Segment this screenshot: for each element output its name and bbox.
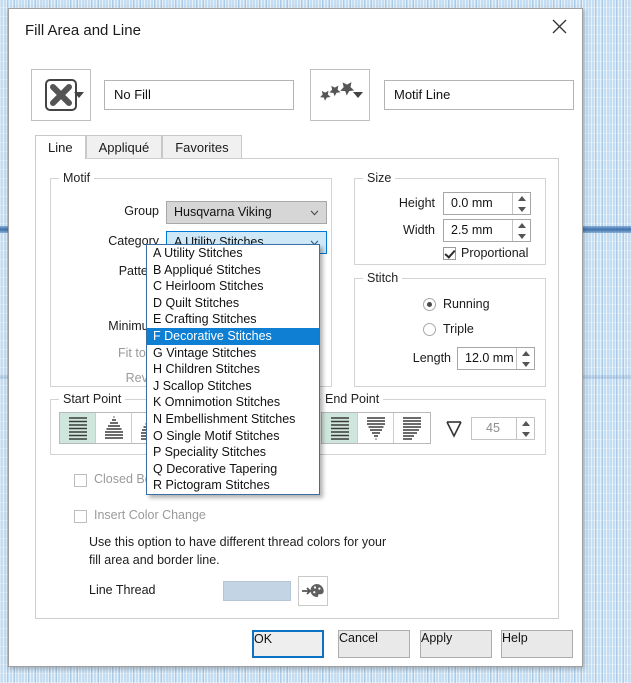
start-point-legend: Start Point xyxy=(59,392,126,406)
dropdown-item[interactable]: P Speciality Stitches xyxy=(147,444,319,461)
fill-area-and-line-dialog: Fill Area and Line No Fill Motif Line Li… xyxy=(8,8,583,667)
end-wedge-icon[interactable] xyxy=(394,413,430,443)
dropdown-item[interactable]: R Pictogram Stitches xyxy=(147,477,319,494)
chevron-down-icon[interactable] xyxy=(74,92,84,98)
triple-label: Triple xyxy=(443,322,474,336)
apply-button[interactable]: Apply xyxy=(420,630,492,658)
length-spin-buttons[interactable] xyxy=(516,348,534,369)
dropdown-item[interactable]: N Embellishment Stitches xyxy=(147,411,319,428)
proportional-label: Proportional xyxy=(461,246,529,260)
end-point-options xyxy=(321,412,431,444)
chevron-down-icon xyxy=(310,210,319,216)
width-spin-buttons[interactable] xyxy=(512,220,530,241)
angle-increment[interactable] xyxy=(517,418,534,428)
angle-decrement[interactable] xyxy=(517,429,534,439)
length-value: 12.0 mm xyxy=(465,351,514,365)
dropdown-item[interactable]: F Decorative Stitches xyxy=(147,327,319,345)
dropdown-item[interactable]: J Scallop Stitches xyxy=(147,378,319,395)
dropdown-item[interactable]: G Vintage Stitches xyxy=(147,345,319,362)
fill-line-selector-row: No Fill Motif Line xyxy=(9,69,582,121)
group-combo-value: Husqvarna Viking xyxy=(174,205,272,219)
title-bar: Fill Area and Line xyxy=(9,9,582,53)
size-group: Size Height 0.0 mm Width 2.5 mm Proporti… xyxy=(354,171,546,265)
angle-icon xyxy=(446,421,462,438)
fill-type-field[interactable]: No Fill xyxy=(104,80,294,110)
width-increment[interactable] xyxy=(513,220,530,230)
height-value: 0.0 mm xyxy=(451,196,493,210)
running-label: Running xyxy=(443,297,490,311)
length-label: Length xyxy=(412,351,451,365)
angle-spin-buttons[interactable] xyxy=(516,418,534,439)
end-taper-down-icon[interactable] xyxy=(358,413,394,443)
height-label: Height xyxy=(398,196,435,210)
start-flat-icon[interactable] xyxy=(60,413,96,443)
height-decrement[interactable] xyxy=(513,204,530,214)
angle-stepper[interactable]: 45 xyxy=(471,417,535,440)
tab-applique[interactable]: Appliqué xyxy=(85,135,163,159)
height-spin-buttons[interactable] xyxy=(512,193,530,214)
triple-radio[interactable] xyxy=(423,323,436,336)
length-increment[interactable] xyxy=(517,348,534,358)
line-type-field[interactable]: Motif Line xyxy=(384,80,574,110)
width-decrement[interactable] xyxy=(513,231,530,241)
proportional-checkbox[interactable] xyxy=(443,247,456,260)
motif-stars-icon[interactable] xyxy=(310,69,370,121)
cancel-button[interactable]: Cancel xyxy=(338,630,410,658)
dropdown-item[interactable]: H Children Stitches xyxy=(147,361,319,378)
insert-color-change-label: Insert Color Change xyxy=(94,508,206,522)
category-label: Category xyxy=(108,234,159,248)
no-fill-x-icon[interactable] xyxy=(31,69,91,121)
dropdown-item[interactable]: Q Decorative Tapering xyxy=(147,461,319,478)
stitch-legend: Stitch xyxy=(363,271,403,285)
end-point-legend: End Point xyxy=(321,392,384,406)
end-flat-icon[interactable] xyxy=(322,413,358,443)
page-title: Fill Area and Line xyxy=(25,22,141,39)
thread-palette-icon[interactable] xyxy=(298,576,328,606)
dropdown-item[interactable]: K Omnimotion Stitches xyxy=(147,394,319,411)
length-stepper[interactable]: 12.0 mm xyxy=(457,347,535,370)
help-button[interactable]: Help xyxy=(501,630,573,658)
height-stepper[interactable]: 0.0 mm xyxy=(443,192,531,215)
reverse-label: Rever xyxy=(125,371,159,385)
dropdown-item[interactable]: C Heirloom Stitches xyxy=(147,278,319,295)
insert-color-change-checkbox[interactable] xyxy=(74,510,87,523)
group-label: Group xyxy=(124,204,159,218)
category-dropdown-list[interactable]: A Utility Stitches B Appliqué Stitches C H… xyxy=(146,244,320,495)
ok-button[interactable]: OK xyxy=(252,630,324,658)
line-thread-label: Line Thread xyxy=(89,583,156,597)
width-stepper[interactable]: 2.5 mm xyxy=(443,219,531,242)
closed-border-checkbox[interactable] xyxy=(74,474,87,487)
dropdown-item[interactable]: O Single Motif Stitches xyxy=(147,428,319,445)
color-change-note-line2: fill area and border line. xyxy=(89,553,220,567)
pattern-label: Pattern xyxy=(118,264,159,278)
stitch-group: Stitch Running Triple Length 12.0 mm xyxy=(354,271,546,387)
dropdown-item[interactable]: D Quilt Stitches xyxy=(147,295,319,312)
length-decrement[interactable] xyxy=(517,359,534,369)
tab-bar: Line Appliqué Favorites xyxy=(35,135,559,159)
start-taper-up-icon[interactable] xyxy=(96,413,132,443)
width-label: Width xyxy=(403,223,435,237)
width-value: 2.5 mm xyxy=(451,223,493,237)
close-icon[interactable] xyxy=(536,9,582,43)
group-combo[interactable]: Husqvarna Viking xyxy=(166,201,327,224)
dropdown-item[interactable]: B Appliqué Stitches xyxy=(147,262,319,279)
height-increment[interactable] xyxy=(513,193,530,203)
chevron-down-icon[interactable] xyxy=(353,92,363,98)
fit-to-line-label: Fit to Li xyxy=(118,346,159,360)
dropdown-item[interactable]: E Crafting Stitches xyxy=(147,311,319,328)
color-change-note-line1: Use this option to have different thread… xyxy=(89,535,387,549)
line-thread-swatch[interactable] xyxy=(223,581,291,601)
motif-legend: Motif xyxy=(59,171,95,185)
tab-favorites[interactable]: Favorites xyxy=(162,135,242,159)
running-radio[interactable] xyxy=(423,298,436,311)
dropdown-item[interactable]: A Utility Stitches xyxy=(147,245,319,262)
minimum-label: Minimum xyxy=(108,319,159,333)
tab-line[interactable]: Line xyxy=(35,135,86,159)
size-legend: Size xyxy=(363,171,396,185)
end-point-group: End Point 45 xyxy=(312,392,546,455)
